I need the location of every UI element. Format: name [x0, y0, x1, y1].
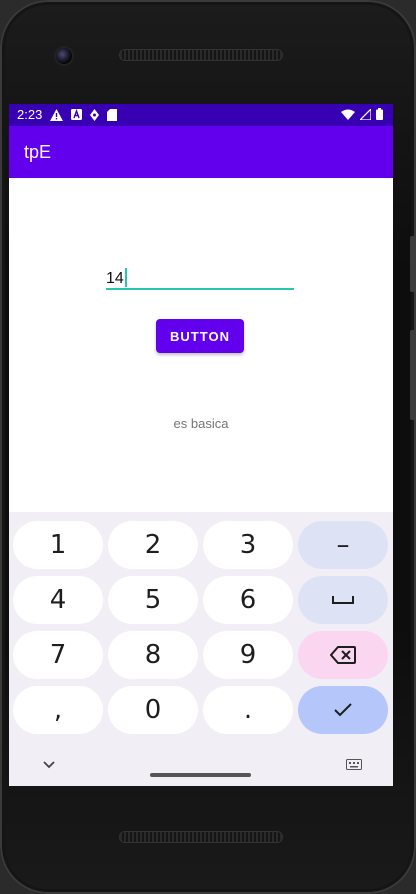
- warning-icon: [50, 108, 64, 121]
- enter-check-icon: [334, 703, 352, 717]
- numeric-keyboard: 1 2 3 – 4 5 6 7 8 9 , 0 .: [9, 512, 393, 786]
- key-comma[interactable]: ,: [13, 686, 103, 734]
- result-text: es basica: [173, 416, 229, 431]
- key-enter[interactable]: [298, 686, 388, 734]
- key-9[interactable]: 9: [203, 631, 293, 679]
- phone-frame: 2:23 tpE 14 BUTTON es basica 1 2 3 – 4 5…: [0, 0, 416, 894]
- power-button: [410, 236, 416, 292]
- key-6[interactable]: 6: [203, 576, 293, 624]
- top-speaker: [120, 50, 282, 60]
- status-bar: 2:23: [9, 104, 393, 126]
- key-space[interactable]: [298, 576, 388, 624]
- key-5[interactable]: 5: [108, 576, 198, 624]
- gesture-bar[interactable]: [150, 773, 251, 777]
- number-input-value: 14: [106, 270, 124, 287]
- submit-button[interactable]: BUTTON: [156, 319, 244, 353]
- battery-icon: [376, 108, 383, 120]
- volume-button: [410, 330, 416, 420]
- key-0[interactable]: 0: [108, 686, 198, 734]
- key-3[interactable]: 3: [203, 521, 293, 569]
- key-8[interactable]: 8: [108, 631, 198, 679]
- a-icon: [71, 109, 83, 120]
- key-7[interactable]: 7: [13, 631, 103, 679]
- key-4[interactable]: 4: [13, 576, 103, 624]
- app-bar: tpE: [9, 126, 393, 178]
- text-caret: [124, 268, 127, 287]
- key-1[interactable]: 1: [13, 521, 103, 569]
- status-time: 2:23: [17, 107, 43, 122]
- number-input[interactable]: 14: [106, 262, 294, 290]
- location-icon: [90, 108, 100, 121]
- app-title: tpE: [24, 142, 52, 162]
- keyboard-icon[interactable]: [346, 759, 362, 770]
- sd-card-icon: [107, 108, 118, 121]
- key-2[interactable]: 2: [108, 521, 198, 569]
- screen: 2:23 tpE 14 BUTTON es basica 1 2 3 – 4 5…: [9, 104, 393, 786]
- front-camera: [56, 48, 72, 64]
- chevron-down-icon[interactable]: [43, 761, 55, 769]
- signal-icon: [360, 108, 371, 120]
- keyboard-nav-bar: [9, 748, 393, 786]
- wifi-icon: [341, 109, 355, 120]
- backspace-icon: [330, 646, 356, 664]
- key-period[interactable]: .: [203, 686, 293, 734]
- main-content: 14 BUTTON es basica: [9, 178, 393, 512]
- key-backspace[interactable]: [298, 631, 388, 679]
- key-minus[interactable]: –: [298, 521, 388, 569]
- space-icon: [332, 596, 354, 604]
- bottom-speaker: [120, 832, 282, 842]
